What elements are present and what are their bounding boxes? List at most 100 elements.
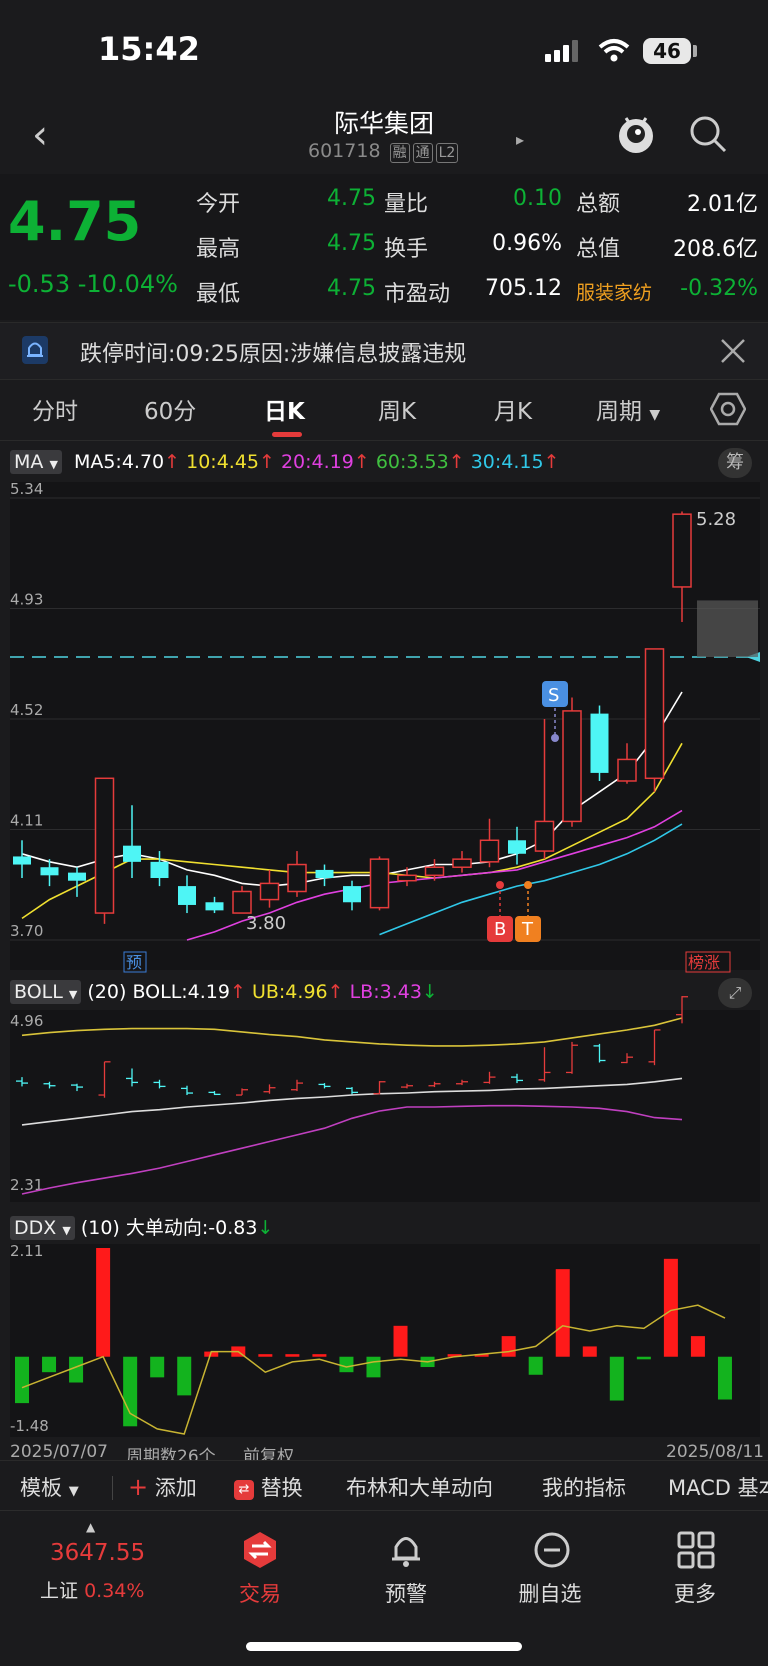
tab-period-label: 周期 bbox=[596, 399, 642, 425]
ddx-bar bbox=[690, 1336, 705, 1357]
tab-daily-k[interactable]: 日K bbox=[264, 392, 305, 426]
settings-icon[interactable] bbox=[710, 392, 746, 426]
value-open: 4.75 bbox=[327, 186, 376, 211]
ddx-bar bbox=[717, 1356, 732, 1400]
up-arrow-icon: ↑ bbox=[448, 451, 465, 473]
label-amount: 总额 bbox=[576, 192, 621, 217]
tab-60min[interactable]: 60分 bbox=[144, 392, 196, 426]
toolbar-replace[interactable]: ⇄ 替换 bbox=[234, 1472, 303, 1502]
boll-tick-label: 4.96 bbox=[10, 1012, 43, 1030]
ma10-label: 10:4.45 bbox=[186, 451, 259, 473]
label-low: 最低 bbox=[196, 282, 241, 307]
nav-more[interactable]: 更多 bbox=[645, 1578, 745, 1608]
candle-body bbox=[562, 710, 582, 823]
nav-trade[interactable]: 交易 bbox=[210, 1578, 310, 1608]
nav-remove-watchlist[interactable]: 删自选 bbox=[500, 1578, 600, 1608]
tab-period[interactable]: 周期 ▼ bbox=[596, 392, 660, 426]
change-value: -0.53 bbox=[8, 270, 71, 298]
ddx-bar bbox=[42, 1356, 57, 1373]
expand-icon[interactable]: ⤢ bbox=[718, 978, 752, 1008]
value-amount: 2.01亿 bbox=[687, 192, 758, 217]
tab-monthly-k[interactable]: 月K bbox=[494, 392, 532, 426]
toolbar-add[interactable]: + 添加 bbox=[128, 1472, 197, 1502]
trade-icon[interactable] bbox=[240, 1530, 280, 1570]
cellular-signal-icon bbox=[545, 40, 578, 62]
price-tick-label: 3.70 bbox=[10, 922, 43, 940]
candle-body bbox=[259, 882, 280, 901]
ma20-label: 20:4.19 bbox=[280, 451, 354, 473]
more-grid-icon[interactable] bbox=[676, 1530, 716, 1570]
candle-body bbox=[343, 886, 361, 903]
tab-active-underline bbox=[272, 432, 302, 437]
up-arrow-icon: ↑ bbox=[164, 451, 181, 473]
up-arrow-icon: ↑ bbox=[230, 981, 246, 1003]
ddx-bar bbox=[96, 1248, 111, 1357]
index-info[interactable]: 上证 0.34% bbox=[40, 1576, 144, 1603]
ddx-tick-label: -1.48 bbox=[10, 1417, 49, 1435]
ma-legend: MA ▼ MA5:4.70↑ 10:4.45↑ 20:4.19↑ 60:3.53… bbox=[10, 450, 560, 474]
label-sector[interactable]: 服装家纺 bbox=[576, 278, 652, 305]
value-market-cap: 208.6亿 bbox=[673, 237, 758, 262]
remove-watchlist-icon[interactable] bbox=[532, 1530, 572, 1570]
index-percent: 0.34% bbox=[84, 1580, 145, 1602]
candle-body bbox=[123, 845, 141, 862]
ddx-bar bbox=[285, 1354, 300, 1357]
price-tick-label: 5.34 bbox=[10, 482, 43, 498]
chevron-down-icon: ▼ bbox=[62, 1224, 71, 1237]
ddx-bar bbox=[258, 1354, 273, 1357]
ddx-bar bbox=[663, 1258, 678, 1357]
down-arrow-icon: ↓ bbox=[257, 1217, 274, 1239]
boll-legend: BOLL ▼ (20) BOLL:4.19↑ UB:4.96↑ LB:3.43↓ bbox=[10, 980, 438, 1004]
toolbar-my-indicators[interactable]: 我的指标 bbox=[542, 1472, 626, 1502]
label-high: 最高 bbox=[196, 237, 241, 262]
ddx-bar bbox=[609, 1356, 624, 1401]
ddx-tick-label: 2.11 bbox=[10, 1242, 43, 1260]
chevron-down-icon: ▼ bbox=[68, 988, 78, 1001]
ddx-selector[interactable]: DDX ▼ bbox=[10, 1216, 75, 1240]
ma60-label: 60:3.53 bbox=[375, 451, 449, 473]
candle-body bbox=[13, 856, 31, 865]
label-market-cap: 总值 bbox=[576, 237, 621, 262]
boll-mid-label: BOLL:4.19 bbox=[132, 981, 230, 1003]
candle-body bbox=[178, 886, 196, 905]
up-arrow-icon: ↑ bbox=[327, 981, 344, 1003]
k-line-chart[interactable]: 5.34 4.93 4.52 4.11 3.70 3.80 5.28 预 榜涨 B T S 4.96 2.… bbox=[0, 482, 768, 1457]
close-icon[interactable] bbox=[720, 338, 746, 364]
boll-selector[interactable]: BOLL ▼ bbox=[10, 980, 82, 1004]
next-stock-icon[interactable]: ▸ bbox=[516, 130, 524, 149]
toolbar-replace-label: 替换 bbox=[260, 1476, 303, 1500]
tag-rong: 融 bbox=[389, 143, 410, 163]
alert-bell-icon[interactable] bbox=[386, 1530, 426, 1570]
toolbar-divider bbox=[112, 1476, 113, 1500]
boll-lb-label: LB:3.43 bbox=[349, 981, 422, 1003]
tab-intraday[interactable]: 分时 bbox=[32, 392, 78, 426]
limit-zone bbox=[697, 600, 758, 658]
index-value[interactable]: 3647.55 bbox=[50, 1540, 145, 1566]
tag-l2: L2 bbox=[435, 143, 459, 163]
ma30-label: 30:4.15 bbox=[470, 451, 544, 473]
swap-icon: ⇄ bbox=[234, 1480, 254, 1500]
toolbar-macd[interactable]: MACD 基本 bbox=[668, 1472, 768, 1502]
down-arrow-icon: ↓ bbox=[421, 981, 438, 1003]
toolbar-template[interactable]: 模板 ▼ bbox=[20, 1472, 79, 1502]
boll-panel-bg bbox=[10, 1010, 760, 1202]
t-marker-label: T bbox=[521, 919, 534, 940]
notice-text: 跌停时间:09:25原因:涉嫌信息披露违规 bbox=[80, 342, 467, 367]
search-icon[interactable] bbox=[688, 114, 728, 154]
battery-tip bbox=[693, 45, 697, 57]
sell-marker-dot bbox=[551, 734, 559, 742]
ma-selector[interactable]: MA ▼ bbox=[10, 450, 62, 474]
chips-button[interactable]: 筹 bbox=[718, 448, 752, 478]
ddx-bar bbox=[528, 1356, 543, 1375]
quote-row: 最低 4.75 市盈动 705.12 服装家纺 -0.32% bbox=[196, 276, 762, 321]
value-sector: -0.32% bbox=[680, 276, 758, 301]
tag-tong: 通 bbox=[412, 143, 433, 163]
toolbar-boll-ddx[interactable]: 布林和大单动向 bbox=[346, 1472, 493, 1502]
tab-weekly-k[interactable]: 周K bbox=[378, 392, 416, 426]
mascot-icon[interactable] bbox=[616, 112, 656, 156]
chart-end-date: 2025/08/11 bbox=[666, 1442, 764, 1462]
expand-up-icon[interactable]: ▲ bbox=[86, 1520, 95, 1534]
nav-alert[interactable]: 预警 bbox=[356, 1578, 456, 1608]
price-change: -0.53 -10.04% bbox=[8, 270, 178, 298]
low-price-annotation: 3.80 bbox=[246, 913, 286, 934]
